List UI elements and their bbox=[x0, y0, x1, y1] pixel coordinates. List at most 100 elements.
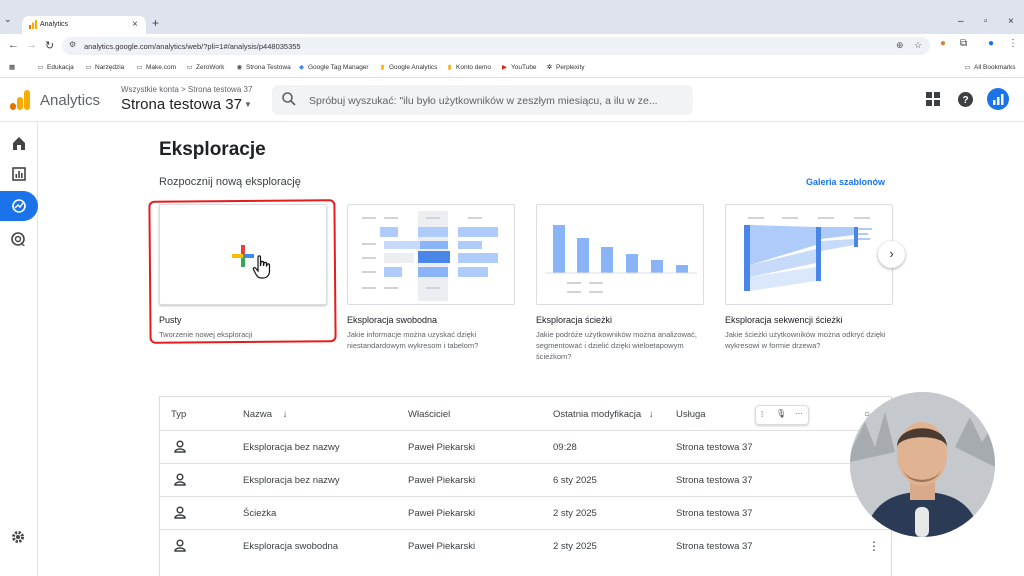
back-icon[interactable]: ← bbox=[8, 39, 19, 51]
svg-text:?: ? bbox=[962, 95, 968, 106]
column-header-service[interactable]: Usługa bbox=[676, 409, 706, 420]
more-options-icon[interactable]: ··· bbox=[795, 409, 803, 418]
tab-close-icon[interactable]: × bbox=[132, 19, 138, 30]
chevron-right-icon: › bbox=[889, 246, 894, 261]
path-tree-preview-icon bbox=[744, 217, 872, 291]
folder-icon: ▭ bbox=[964, 64, 971, 71]
bookmark-item[interactable]: ▮ Google Analytics bbox=[378, 63, 438, 71]
tag-manager-icon: ◆ bbox=[299, 64, 304, 71]
person-icon bbox=[174, 440, 186, 453]
template-card-path[interactable] bbox=[725, 204, 893, 305]
home-icon[interactable] bbox=[6, 132, 32, 154]
maximize-icon[interactable]: ▫ bbox=[984, 16, 988, 27]
table-row[interactable]: Eksploracja bez nazwy Paweł Piekarski 6 … bbox=[160, 463, 891, 496]
bookmark-item[interactable]: ◉ Strona Testowa bbox=[235, 63, 291, 71]
site-info-icon[interactable]: ⚙ bbox=[69, 40, 76, 49]
table-row[interactable]: Eksploracja bez nazwy Paweł Piekarski 09… bbox=[160, 430, 891, 463]
bookmark-item[interactable]: ◆ Google Tag Manager bbox=[297, 63, 369, 71]
row-owner: Paweł Piekarski bbox=[408, 442, 476, 453]
row-name[interactable]: Eksploracja swobodna bbox=[243, 541, 338, 552]
row-modified: 2 sty 2025 bbox=[553, 508, 597, 519]
analytics-favicon-icon bbox=[29, 20, 37, 29]
reload-icon[interactable]: ↻ bbox=[45, 39, 54, 52]
all-bookmarks[interactable]: ▭ All Bookmarks bbox=[963, 63, 1015, 71]
account-breadcrumb[interactable]: Wszystkie konta > Strona testowa 37 bbox=[121, 85, 252, 94]
bookmark-item[interactable]: ▮ Konto demo bbox=[445, 63, 491, 71]
ga-search-input[interactable]: Spróbuj wyszukać: "ilu było użytkowników… bbox=[272, 85, 693, 115]
app-name: Analytics bbox=[40, 92, 101, 109]
row-more-menu-icon[interactable]: ⋮ bbox=[868, 539, 880, 553]
column-header-owner[interactable]: Właściciel bbox=[408, 409, 450, 420]
apps-grid-icon[interactable]: ▦ bbox=[9, 63, 15, 71]
drag-handle-icon[interactable]: ⁞ bbox=[761, 410, 763, 419]
caret-down-icon[interactable]: ▼ bbox=[244, 100, 252, 109]
section-title: Rozpocznij nową eksplorację bbox=[159, 176, 301, 188]
zoom-icon[interactable]: ⊕ bbox=[896, 40, 904, 51]
template-card-desc: Jakie podróże użytkowników można analizo… bbox=[536, 330, 697, 361]
globe-icon: ◉ bbox=[236, 64, 243, 71]
folder-icon: ▭ bbox=[186, 64, 193, 71]
person-icon bbox=[174, 473, 186, 486]
admin-gear-icon[interactable] bbox=[6, 526, 32, 548]
analytics-bookmark-icon: ▮ bbox=[447, 64, 452, 71]
analytics-avatar-icon bbox=[993, 94, 1004, 105]
bookmark-star-icon[interactable]: ☆ bbox=[914, 40, 922, 51]
folder-icon: ▭ bbox=[37, 64, 44, 71]
template-card-desc: Jakie informacje można uzyskać dzięki ni… bbox=[347, 330, 479, 350]
sort-arrow-down-icon: ↓ bbox=[648, 409, 654, 420]
template-card-free-form[interactable] bbox=[347, 204, 515, 305]
help-icon[interactable]: ? bbox=[958, 92, 973, 107]
bookmark-item[interactable]: ▭ ZeroWork bbox=[185, 63, 224, 71]
template-gallery-link[interactable]: Galeria szablonów bbox=[806, 177, 885, 187]
extension-cookie-icon[interactable]: ● bbox=[940, 38, 946, 49]
microphone-icon[interactable]: 🎙 bbox=[776, 409, 786, 418]
row-name[interactable]: Ścieżka bbox=[243, 508, 276, 519]
presenter-video-icon bbox=[850, 392, 995, 537]
row-name[interactable]: Eksploracja bez nazwy bbox=[243, 475, 340, 486]
forward-icon[interactable]: → bbox=[26, 39, 37, 51]
person-icon bbox=[174, 506, 186, 519]
tab-title: Analytics bbox=[40, 21, 69, 28]
address-bar[interactable]: ⚙ analytics.google.com/analytics/web/?pl… bbox=[62, 37, 930, 55]
row-modified: 09:28 bbox=[553, 442, 577, 453]
column-header-type[interactable]: Typ bbox=[171, 409, 186, 420]
bookmark-item[interactable]: ▶ YouTube bbox=[500, 63, 537, 71]
analytics-logo-icon[interactable] bbox=[10, 90, 30, 110]
template-card-desc: Jakie ścieżki użytkowników można odkryć … bbox=[725, 330, 886, 350]
template-card-funnel[interactable] bbox=[536, 204, 704, 305]
search-icon bbox=[282, 92, 296, 106]
extensions-icon[interactable]: ⧉ bbox=[960, 38, 967, 49]
new-tab-button[interactable]: + bbox=[152, 16, 159, 30]
bookmark-item[interactable]: ▭ Edukacja bbox=[36, 63, 73, 71]
browser-menu-icon[interactable]: ⋮ bbox=[1008, 38, 1018, 49]
property-selector[interactable]: Strona testowa 37 bbox=[121, 96, 242, 113]
bookmark-item[interactable]: ▭ Make.com bbox=[135, 63, 176, 71]
explore-nav-active[interactable] bbox=[0, 191, 38, 221]
column-header-name[interactable]: Nazwa ↓ bbox=[243, 409, 287, 420]
advertising-icon[interactable] bbox=[6, 228, 32, 250]
youtube-icon: ▶ bbox=[502, 64, 507, 71]
table-row[interactable]: Ścieżka Paweł Piekarski 2 sty 2025 Stron… bbox=[160, 496, 891, 529]
account-avatar[interactable] bbox=[987, 88, 1009, 110]
row-owner: Paweł Piekarski bbox=[408, 541, 476, 552]
bookmark-item[interactable]: ▭ Narzędzia bbox=[84, 63, 124, 71]
row-owner: Paweł Piekarski bbox=[408, 475, 476, 486]
apps-grid-icon[interactable] bbox=[926, 92, 940, 106]
template-card-label: Eksploracja sekwencji ścieżki bbox=[725, 315, 843, 325]
browser-tab-analytics[interactable]: Analytics × bbox=[22, 16, 146, 34]
minimize-icon[interactable]: – bbox=[958, 16, 964, 27]
close-window-icon[interactable]: × bbox=[1008, 16, 1014, 27]
row-modified: 2 sty 2025 bbox=[553, 541, 597, 552]
floating-voice-toolbar: ⁞ 🎙 ··· bbox=[755, 405, 809, 425]
reports-icon[interactable] bbox=[6, 163, 32, 185]
column-header-modified[interactable]: Ostatnia modyfikacja ↓ bbox=[553, 409, 654, 420]
carousel-next-button[interactable]: › bbox=[878, 241, 905, 268]
table-row[interactable]: Eksploracja swobodna Paweł Piekarski 2 s… bbox=[160, 529, 891, 562]
row-name[interactable]: Eksploracja bez nazwy bbox=[243, 442, 340, 453]
page-title: Eksploracje bbox=[159, 139, 266, 160]
row-service: Strona testowa 37 bbox=[676, 541, 753, 552]
free-form-preview-icon bbox=[362, 211, 498, 301]
profile-icon[interactable]: ● bbox=[988, 38, 994, 49]
bookmark-item[interactable]: ✲ Perplexity bbox=[545, 63, 585, 71]
tab-search-icon[interactable]: ⌄ bbox=[4, 14, 16, 26]
